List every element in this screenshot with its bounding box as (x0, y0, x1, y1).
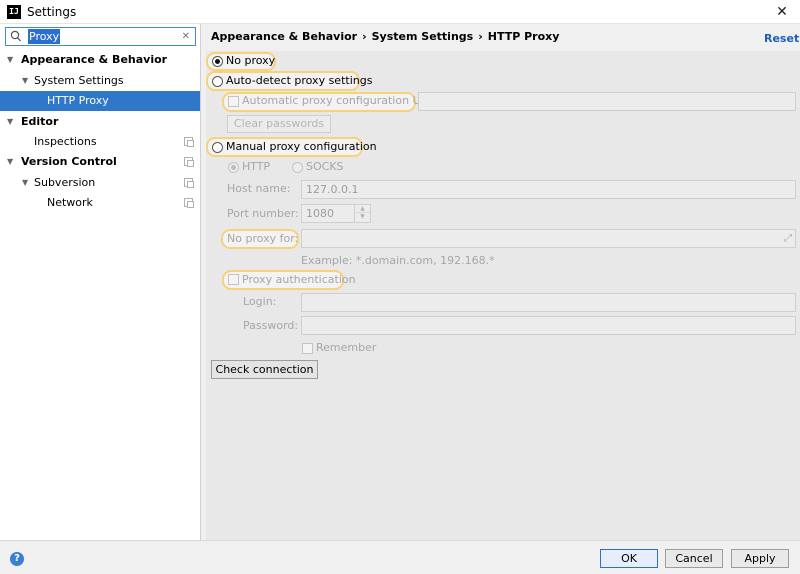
tree-item-label: Appearance & Behavior (21, 53, 168, 66)
settings-sidebar: Proxy ✕ ▼ Appearance & Behavior ▼ System… (0, 24, 201, 540)
search-icon (10, 30, 22, 43)
chevron-down-icon[interactable]: ▼ (355, 213, 370, 221)
no-proxy-for-label: No proxy for: (227, 232, 299, 245)
clear-passwords-button[interactable]: Clear passwords (227, 115, 331, 133)
close-icon: ✕ (776, 4, 788, 20)
manual-proxy-radio[interactable] (212, 142, 223, 153)
search-query-text: Proxy (28, 29, 61, 44)
help-icon[interactable]: ? (10, 552, 24, 566)
password-field[interactable] (301, 316, 796, 335)
title-bar: IJ Settings ✕ (0, 0, 800, 24)
proxy-auth-label: Proxy authentication (242, 273, 356, 286)
tree-expand-icon[interactable]: ▼ (22, 173, 28, 193)
http-radio[interactable] (228, 162, 239, 173)
port-number-field[interactable]: 1080 (301, 204, 355, 223)
host-name-field[interactable]: 127.0.0.1 (301, 180, 796, 199)
chevron-up-icon[interactable]: ▲ (355, 205, 370, 213)
tree-item-label: Editor (21, 115, 59, 128)
login-label: Login: (243, 295, 277, 308)
breadcrumb-item: HTTP Proxy (487, 30, 560, 43)
tree-item-editor[interactable]: ▼ Editor (0, 112, 200, 132)
socks-radio[interactable] (292, 162, 303, 173)
auto-config-url-field[interactable] (418, 92, 796, 111)
expand-icon[interactable]: ⤢ (784, 232, 792, 245)
no-proxy-example: Example: *.domain.com, 192.168.* (301, 254, 495, 267)
tree-item-appearance-behavior[interactable]: ▼ Appearance & Behavior (0, 50, 200, 70)
dialog-button-bar: ? OK Cancel Apply (0, 540, 800, 574)
tree-item-label: System Settings (34, 74, 124, 87)
auto-detect-radio[interactable] (212, 76, 223, 87)
tree-item-subversion[interactable]: ▼ Subversion (0, 173, 200, 193)
manual-proxy-label: Manual proxy configuration (226, 140, 377, 153)
tree-expand-icon[interactable]: ▼ (7, 152, 13, 172)
tree-item-label: Subversion (34, 176, 96, 189)
login-field[interactable] (301, 293, 796, 312)
http-label: HTTP (242, 160, 271, 173)
settings-content: Appearance & Behavior › System Settings › HT… (201, 24, 800, 540)
clear-search-icon[interactable]: ✕ (182, 29, 190, 44)
tree-expand-icon[interactable]: ▼ (7, 112, 13, 132)
port-number-stepper[interactable]: ▲ ▼ (355, 204, 371, 223)
tree-expand-icon[interactable]: ▼ (22, 71, 28, 91)
no-proxy-for-field[interactable]: ⤢ (301, 229, 796, 248)
proxy-auth-checkbox[interactable] (228, 274, 239, 285)
host-name-label: Host name: (227, 182, 291, 195)
tree-item-inspections[interactable]: Inspections (0, 132, 200, 152)
apply-button[interactable]: Apply (731, 549, 789, 568)
breadcrumb: Appearance & Behavior › System Settings › HT… (211, 30, 559, 43)
project-scope-icon (184, 137, 194, 147)
breadcrumb-separator: › (478, 30, 483, 43)
no-proxy-label: No proxy (226, 54, 276, 67)
window-title: Settings (27, 5, 77, 19)
auto-config-url-label: Automatic proxy configuration URL: (242, 94, 439, 107)
check-connection-button[interactable]: Check connection (211, 360, 318, 379)
tree-item-network[interactable]: Network (0, 193, 200, 213)
socks-label: SOCKS (306, 160, 344, 173)
project-scope-icon (184, 178, 194, 188)
project-scope-icon (184, 198, 194, 208)
breadcrumb-separator: › (362, 30, 367, 43)
tree-item-label: Version Control (21, 155, 117, 168)
tree-item-label: Network (47, 196, 93, 209)
cancel-button[interactable]: Cancel (665, 549, 723, 568)
remember-checkbox[interactable] (302, 343, 313, 354)
tree-item-http-proxy[interactable]: HTTP Proxy (0, 91, 200, 111)
project-scope-icon (184, 157, 194, 167)
port-number-label: Port number: (227, 207, 299, 220)
intellij-app-icon: IJ (7, 5, 21, 19)
tree-expand-icon[interactable]: ▼ (7, 50, 13, 70)
breadcrumb-item: System Settings (371, 30, 474, 43)
tree-item-system-settings[interactable]: ▼ System Settings (0, 71, 200, 91)
remember-label: Remember (316, 341, 377, 354)
tree-item-version-control[interactable]: ▼ Version Control (0, 152, 200, 172)
breadcrumb-item: Appearance & Behavior (211, 30, 358, 43)
http-proxy-panel: No proxy Auto-detect proxy settings Auto… (206, 51, 800, 540)
reset-link[interactable]: Reset (764, 32, 799, 45)
auto-config-url-checkbox[interactable] (228, 96, 239, 107)
close-button[interactable]: ✕ (772, 3, 792, 21)
tree-item-label: Inspections (34, 135, 97, 148)
auto-detect-label: Auto-detect proxy settings (226, 74, 373, 87)
settings-search-input[interactable]: Proxy ✕ (5, 27, 196, 46)
tree-item-label: HTTP Proxy (47, 94, 109, 107)
password-label: Password: (243, 319, 299, 332)
no-proxy-radio[interactable] (212, 56, 223, 67)
ok-button[interactable]: OK (600, 549, 658, 568)
